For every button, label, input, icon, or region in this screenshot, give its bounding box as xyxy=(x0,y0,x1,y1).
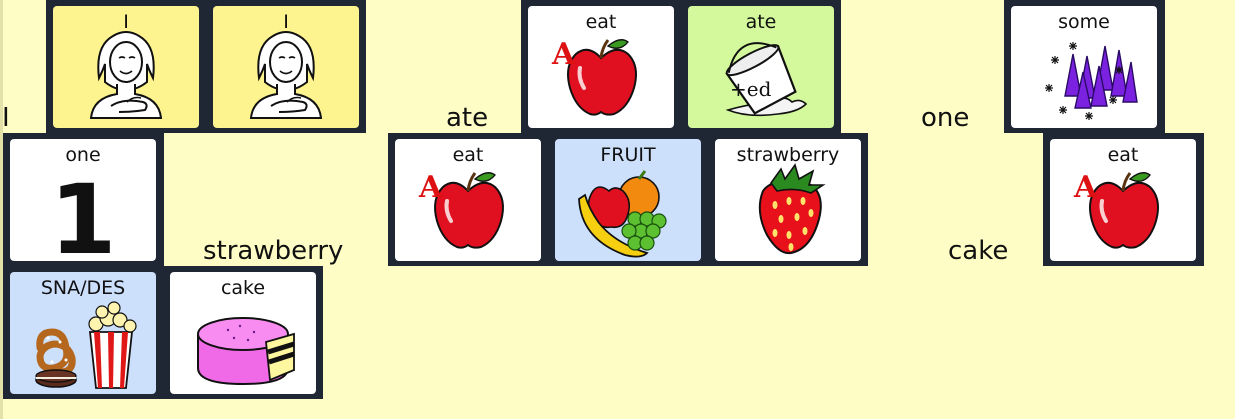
purple-cones-icon xyxy=(1011,6,1157,128)
sentence-word-ate: ate xyxy=(446,103,489,133)
tile-one[interactable]: one 1 xyxy=(10,139,156,261)
fruit-bundle-icon xyxy=(555,139,701,261)
pink-cake-icon xyxy=(170,272,316,394)
woman-pointing-to-self-icon xyxy=(53,6,199,128)
tile-some[interactable]: some xyxy=(1011,6,1157,128)
sentence-word-i: I xyxy=(2,103,10,133)
pretzel-popcorn-icon xyxy=(10,272,156,394)
tile-eat-1[interactable]: eat xyxy=(528,6,674,128)
woman-pointing-to-self-icon xyxy=(213,6,359,128)
red-apple-icon xyxy=(395,139,541,261)
tile-i-1[interactable]: I xyxy=(53,6,199,128)
tile-i-2[interactable]: I xyxy=(213,6,359,128)
one-numeral: 1 xyxy=(50,164,117,261)
tile-fruit[interactable]: FRUIT xyxy=(555,139,701,261)
ate-badge: +ed xyxy=(730,77,772,101)
tile-cake[interactable]: cake xyxy=(170,272,316,394)
spilled-pail-icon: +ed xyxy=(725,42,808,117)
tile-strawberry[interactable]: strawberry xyxy=(715,139,861,261)
sentence-word-one: one xyxy=(921,103,970,133)
red-apple-icon xyxy=(528,6,674,128)
tile-eat-3[interactable]: eat xyxy=(1050,139,1196,261)
sentence-word-strawberry: strawberry xyxy=(203,236,344,266)
sentence-word-cake: cake xyxy=(948,236,1009,266)
red-apple-icon xyxy=(1050,139,1196,261)
tile-eat-2[interactable]: eat xyxy=(395,139,541,261)
tile-snacks-desserts[interactable]: SNA/DES xyxy=(10,272,156,394)
number-one-icon: 1 xyxy=(50,164,117,261)
tile-ate[interactable]: ate +ed xyxy=(688,6,834,128)
strawberry-icon xyxy=(715,139,861,261)
